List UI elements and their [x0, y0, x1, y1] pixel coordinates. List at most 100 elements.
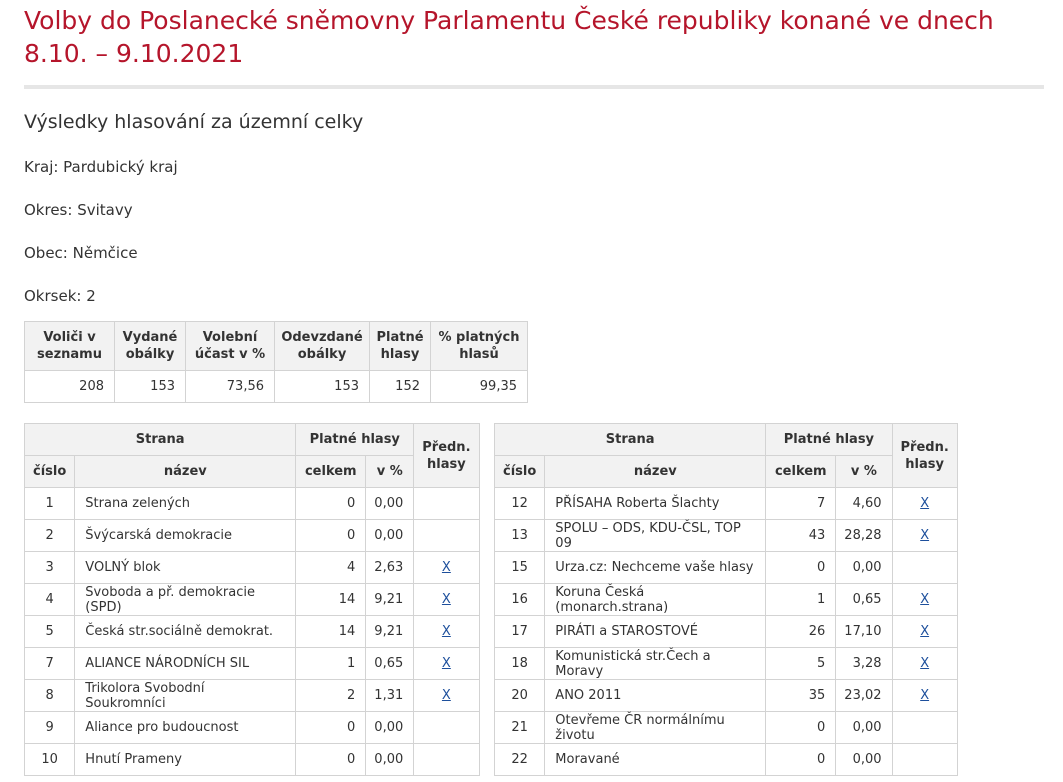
party-name: Koruna Česká (monarch.strana): [544, 583, 767, 616]
total-header: celkem: [765, 455, 837, 488]
party-votes: 1: [765, 583, 837, 616]
party-votes: 35: [765, 679, 837, 712]
party-number: 7: [23, 647, 76, 680]
party-row: 7 ALIANCE NÁRODNÍCH SIL 1 0,65 X: [23, 647, 480, 680]
preferential-votes-link[interactable]: X: [442, 560, 451, 575]
preferential-votes-link[interactable]: X: [920, 496, 929, 511]
party-votes: 4: [295, 551, 367, 584]
party-row: 1 Strana zelených 0 0,00: [23, 487, 480, 520]
municipality-label: Obec: Němčice: [24, 244, 138, 262]
party-percent: 0,00: [365, 743, 415, 776]
preferential-link-cell: X: [891, 679, 958, 712]
valid-votes-value: 152: [369, 370, 431, 403]
party-number: 22: [493, 743, 546, 776]
party-name: ALIANCE NÁRODNÍCH SIL: [74, 647, 297, 680]
precinct-label: Okrsek: 2: [24, 287, 96, 305]
party-group-header: Strana: [23, 423, 297, 456]
party-row: 16 Koruna Česká (monarch.strana) 1 0,65 X: [493, 583, 958, 616]
valid-percent-value: 99,35: [430, 370, 528, 403]
party-name: Komunistická str.Čech a Moravy: [544, 647, 767, 680]
party-number: 17: [493, 615, 546, 648]
party-name: Otevřeme ČR normálnímu životu: [544, 711, 767, 744]
party-row: 15 Urza.cz: Nechceme vaše hlasy 0 0,00: [493, 551, 958, 584]
party-name: SPOLU – ODS, KDU-ČSL, TOP 09: [544, 519, 767, 552]
party-percent: 0,65: [835, 583, 893, 616]
valid-votes-header: Platné hlasy: [369, 321, 431, 371]
party-percent: 0,00: [365, 519, 415, 552]
party-number: 18: [493, 647, 546, 680]
party-number: 2: [23, 519, 76, 552]
party-percent: 17,10: [835, 615, 893, 648]
party-votes: 0: [765, 711, 837, 744]
party-percent: 23,02: [835, 679, 893, 712]
party-row: 9 Aliance pro budoucnost 0 0,00: [23, 711, 480, 744]
party-row: 20 ANO 2011 35 23,02 X: [493, 679, 958, 712]
party-number: 8: [23, 679, 76, 712]
title-divider: [24, 85, 1044, 89]
party-number: 3: [23, 551, 76, 584]
percent-header: v %: [365, 455, 415, 488]
page-title: Volby do Poslanecké sněmovny Parlamentu …: [24, 6, 994, 68]
preferential-link-cell: [413, 519, 480, 552]
valid-votes-group-header: Platné hlasy: [295, 423, 415, 456]
envelopes-issued-value: 153: [114, 370, 186, 403]
number-header: číslo: [493, 455, 546, 488]
region-label: Kraj: Pardubický kraj: [24, 158, 178, 176]
party-row: 3 VOLNÝ blok 4 2,63 X: [23, 551, 480, 584]
results-subtitle: Výsledky hlasování za územní celky: [24, 111, 364, 133]
preferential-link-cell: [413, 487, 480, 520]
party-percent: 0,00: [835, 711, 893, 744]
valid-votes-group-header: Platné hlasy: [765, 423, 893, 456]
preferential-link-cell: [413, 743, 480, 776]
preferential-link-cell: X: [413, 679, 480, 712]
preferential-link-cell: X: [413, 647, 480, 680]
parties-table-left: Strana Platné hlasy Předn. hlasy číslo n…: [23, 423, 480, 776]
envelopes-returned-value: 153: [274, 370, 370, 403]
party-votes: 0: [765, 743, 837, 776]
preferential-link-cell: [413, 711, 480, 744]
preferential-votes-link[interactable]: X: [920, 592, 929, 607]
party-number: 9: [23, 711, 76, 744]
preferential-votes-link[interactable]: X: [920, 688, 929, 703]
preferential-votes-link[interactable]: X: [442, 656, 451, 671]
preferential-votes-link[interactable]: X: [442, 688, 451, 703]
party-votes: 0: [765, 551, 837, 584]
name-header: název: [544, 455, 767, 488]
summary-values-row: 208 153 73,56 153 152 99,35: [24, 370, 528, 403]
preferential-votes-link[interactable]: X: [920, 656, 929, 671]
party-votes: 14: [295, 583, 367, 616]
party-votes: 0: [295, 487, 367, 520]
party-number: 16: [493, 583, 546, 616]
envelopes-returned-header: Odevzdané obálky: [274, 321, 370, 371]
party-row: 2 Švýcarská demokracie 0 0,00: [23, 519, 480, 552]
party-percent: 0,65: [365, 647, 415, 680]
party-name: Moravané: [544, 743, 767, 776]
preferential-votes-link[interactable]: X: [920, 624, 929, 639]
party-percent: 9,21: [365, 583, 415, 616]
party-name: Česká str.sociálně demokrat.: [74, 615, 297, 648]
preferential-votes-link[interactable]: X: [920, 528, 929, 543]
party-number: 15: [493, 551, 546, 584]
preferential-link-cell: X: [413, 615, 480, 648]
party-row: 10 Hnutí Prameny 0 0,00: [23, 743, 480, 776]
party-row: 12 PŘÍSAHA Roberta Šlachty 7 4,60 X: [493, 487, 958, 520]
party-votes: 5: [765, 647, 837, 680]
party-votes: 26: [765, 615, 837, 648]
preferential-link-cell: [891, 743, 958, 776]
party-name: Hnutí Prameny: [74, 743, 297, 776]
summary-header-row: Voliči v seznamu Vydané obálky Volební ú…: [24, 321, 528, 371]
party-number: 13: [493, 519, 546, 552]
party-percent: 28,28: [835, 519, 893, 552]
preferential-link-cell: [891, 711, 958, 744]
preferential-votes-link[interactable]: X: [442, 592, 451, 607]
party-name: PŘÍSAHA Roberta Šlachty: [544, 487, 767, 520]
parties-header-row: Strana Platné hlasy Předn. hlasy: [23, 423, 480, 488]
party-percent: 4,60: [835, 487, 893, 520]
party-row: 21 Otevřeme ČR normálnímu životu 0 0,00: [493, 711, 958, 744]
party-name: Aliance pro budoucnost: [74, 711, 297, 744]
parties-subheader-row: číslo název celkem v %: [493, 455, 958, 488]
voters-value: 208: [24, 370, 115, 403]
party-name: VOLNÝ blok: [74, 551, 297, 584]
party-votes: 1: [295, 647, 367, 680]
preferential-votes-link[interactable]: X: [442, 624, 451, 639]
